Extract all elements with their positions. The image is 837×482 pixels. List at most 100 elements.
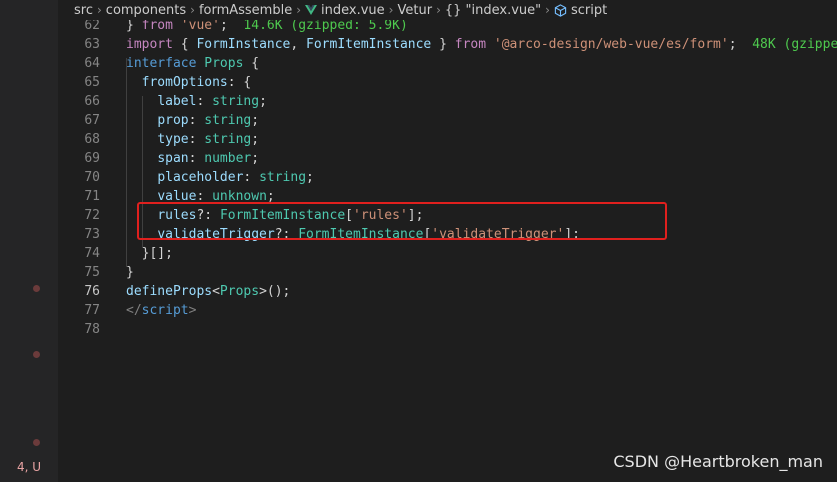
code-token: ; bbox=[728, 37, 753, 52]
breakpoint-dot[interactable] bbox=[33, 351, 40, 358]
code-line[interactable]: 78 bbox=[58, 320, 837, 339]
code-text: placeholder: string; bbox=[126, 168, 314, 187]
breakpoint-dot[interactable] bbox=[33, 285, 40, 292]
breadcrumb-module[interactable]: {} "index.vue" bbox=[445, 3, 541, 18]
code-token: ; bbox=[251, 151, 260, 166]
chevron-right-icon: › bbox=[190, 3, 195, 17]
code-line[interactable]: 66 label: string; bbox=[58, 92, 837, 111]
line-number: 75 bbox=[84, 265, 100, 280]
code-token: > bbox=[188, 303, 197, 318]
code-token: script bbox=[141, 303, 189, 318]
code-text: prop: string; bbox=[126, 111, 259, 130]
code-token: : bbox=[188, 113, 205, 128]
line-number: 74 bbox=[84, 246, 100, 261]
code-token: }[]; bbox=[126, 246, 173, 261]
code-token: } bbox=[431, 37, 455, 52]
chevron-right-icon: › bbox=[296, 3, 302, 17]
code-token: prop bbox=[157, 113, 189, 128]
chevron-right-icon: › bbox=[96, 3, 102, 17]
code-text: label: string; bbox=[126, 92, 267, 111]
code-token: import bbox=[126, 37, 173, 52]
code-line[interactable]: 67 prop: string; bbox=[58, 111, 837, 130]
code-token: interface bbox=[126, 56, 197, 71]
code-token: { bbox=[172, 37, 197, 52]
code-line[interactable]: 64 interface Props { bbox=[58, 54, 837, 73]
breakpoint-dot[interactable] bbox=[33, 439, 40, 446]
line-number: 64 bbox=[84, 56, 100, 71]
breadcrumb-components[interactable]: components bbox=[106, 3, 186, 18]
code-text: type: string; bbox=[126, 130, 259, 149]
code-text: defineProps<Props>(); bbox=[126, 282, 290, 301]
status-badge[interactable]: 4, U bbox=[0, 456, 58, 478]
code-token: FormInstance bbox=[196, 37, 291, 52]
code-token: : bbox=[196, 94, 213, 109]
code-token: : { bbox=[227, 75, 252, 90]
code-token: : bbox=[243, 170, 260, 185]
line-number: 76 bbox=[84, 284, 100, 299]
line-number: 71 bbox=[84, 189, 100, 204]
code-text: fromOptions: { bbox=[126, 73, 252, 92]
code-token: span bbox=[157, 151, 189, 166]
code-text: </script> bbox=[126, 301, 196, 320]
line-number: 68 bbox=[84, 132, 100, 147]
watermark: CSDN @Heartbroken_man bbox=[613, 452, 823, 471]
line-number: 63 bbox=[84, 37, 100, 52]
code-line[interactable]: 74 }[]; bbox=[58, 244, 837, 263]
code-editor[interactable]: 62} from 'vue'; 14.6K (gzipped: 5.9K) 63 i… bbox=[58, 20, 837, 482]
code-line[interactable]: 70 placeholder: string; bbox=[58, 168, 837, 187]
code-line[interactable]: 68 type: string; bbox=[58, 130, 837, 149]
chevron-right-icon: › bbox=[545, 3, 550, 17]
code-token: : bbox=[188, 132, 205, 147]
code-token: fromOptions bbox=[141, 75, 228, 90]
code-token: Props bbox=[204, 56, 244, 71]
code-text: span: number; bbox=[126, 149, 259, 168]
code-token: ; bbox=[259, 94, 267, 109]
code-line[interactable]: 65 fromOptions: { bbox=[58, 73, 837, 92]
code-text: }[]; bbox=[126, 244, 173, 263]
code-token: ; bbox=[251, 132, 260, 147]
vue-icon bbox=[305, 5, 318, 15]
code-line[interactable]: 69 span: number; bbox=[58, 149, 837, 168]
line-number: 77 bbox=[84, 303, 100, 318]
line-number: 73 bbox=[84, 227, 100, 242]
code-token: from bbox=[141, 20, 173, 33]
breadcrumb-file[interactable]: index.vue bbox=[321, 3, 385, 18]
line-number: 66 bbox=[84, 94, 100, 109]
code-token: defineProps bbox=[126, 284, 213, 299]
code-text: } from 'vue'; 14.6K (gzipped: 5.9K) bbox=[126, 20, 408, 35]
activity-gutter: 4, U bbox=[0, 0, 58, 482]
code-token: } bbox=[126, 20, 142, 33]
code-line[interactable]: 63 import { FormInstance, FormItemInstanc… bbox=[58, 35, 837, 54]
code-token: ; bbox=[251, 113, 260, 128]
code-token: ; bbox=[306, 170, 314, 185]
line-number: 70 bbox=[84, 170, 100, 185]
code-token: < bbox=[212, 284, 220, 299]
breadcrumb-vetur[interactable]: Vetur bbox=[397, 3, 432, 18]
code-token: string bbox=[212, 94, 260, 109]
line-number: 78 bbox=[84, 322, 100, 337]
code-token: } bbox=[126, 265, 134, 280]
breadcrumb-script[interactable]: script bbox=[571, 3, 607, 18]
code-token: string bbox=[204, 113, 252, 128]
code-line[interactable]: 77 </script> bbox=[58, 301, 837, 320]
code-token: { bbox=[243, 56, 260, 71]
code-line[interactable]: 76 defineProps<Props>(); bbox=[58, 282, 837, 301]
code-token: FormItemInstance bbox=[306, 37, 432, 52]
breadcrumb-formassemble[interactable]: formAssemble bbox=[199, 3, 292, 18]
breadcrumb-src[interactable]: src bbox=[74, 3, 93, 18]
code-token: : bbox=[188, 151, 205, 166]
line-number: 65 bbox=[84, 75, 100, 90]
code-token: , bbox=[290, 37, 307, 52]
code-line[interactable]: 62} from 'vue'; 14.6K (gzipped: 5.9K) bbox=[58, 20, 837, 35]
code-token: label bbox=[157, 94, 197, 109]
code-token: '@arco-design/web-vue/es/form' bbox=[493, 37, 729, 52]
code-line[interactable]: 75} bbox=[58, 263, 837, 282]
code-text: import { FormInstance, FormItemInstance … bbox=[126, 35, 837, 54]
